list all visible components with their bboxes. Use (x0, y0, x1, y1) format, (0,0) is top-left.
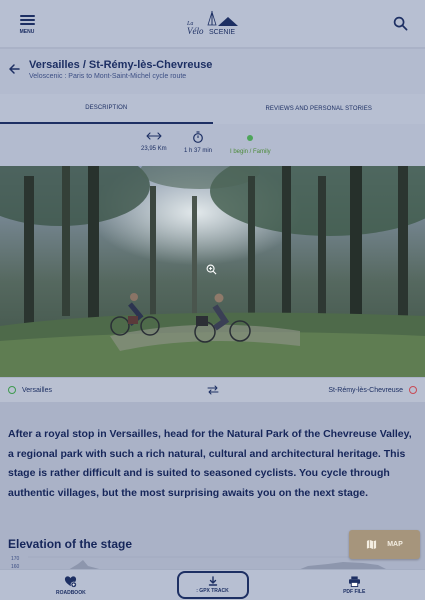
menu-label: MENU (19, 28, 35, 35)
stopwatch-icon (193, 131, 203, 143)
level-value: I begin / Family (230, 149, 271, 155)
nav-gpx-label: : GPX track (196, 588, 229, 594)
duration-value: 1 h 37 min (184, 148, 213, 154)
logo-graphic: La Vélo SCENIE (186, 10, 238, 36)
velo-scenie-logo[interactable]: La Vélo SCENIE (184, 9, 242, 37)
end-marker-icon (409, 386, 417, 394)
start-point-label: Versailles (22, 386, 52, 394)
route-endpoints: Versailles St-Rémy-lès-Chevreuse (0, 378, 425, 402)
menu-button[interactable]: MENU (12, 13, 42, 35)
distance-arrows-icon (146, 132, 162, 140)
stage-stats: 23,95 Km 1 h 37 min I begin / Family (0, 124, 425, 166)
level-dot (247, 135, 254, 141)
tab-bar: Description Reviews and personal stories (0, 94, 425, 124)
app-header: MENU La Vélo SCENIE (0, 0, 425, 47)
start-marker-icon (8, 386, 16, 394)
tab-description[interactable]: Description (0, 94, 213, 124)
elevation-label-170: 170 (11, 556, 20, 562)
printer-icon (348, 575, 360, 587)
start-point: Versailles (8, 386, 52, 394)
gpx-track-pill: : GPX track (176, 571, 249, 599)
end-point: St-Rémy-lès-Chevreuse (328, 386, 417, 394)
route-title: Versailles / St-Rémy-lès-Chevreuse (29, 59, 213, 71)
bottom-navigation: Roadbook : GPX track PDF file (0, 569, 425, 600)
nav-gpx-track[interactable]: : GPX track (142, 570, 284, 600)
nav-roadbook-label: Roadbook (55, 589, 86, 596)
back-arrow-icon[interactable] (8, 63, 20, 75)
map-button-label: MAP (387, 541, 403, 548)
map-button[interactable]: MAP (349, 530, 420, 559)
hamburger-icon (19, 13, 35, 27)
download-icon (208, 576, 217, 586)
level-stat: I begin / Family (230, 131, 271, 155)
map-icon (367, 539, 377, 550)
search-icon (393, 16, 407, 31)
end-point-label: St-Rémy-lès-Chevreuse (328, 386, 403, 394)
nav-roadbook[interactable]: Roadbook (0, 570, 142, 600)
nav-pdf-file[interactable]: PDF file (283, 570, 425, 600)
swap-direction-icon[interactable] (207, 385, 219, 395)
distance-stat: 23,95 Km (141, 131, 167, 152)
route-title-bar: Versailles / St-Rémy-lès-Chevreuse Velos… (0, 49, 425, 94)
elevation-title: Elevation of the stage (8, 537, 133, 551)
stage-description: After a royal stop in Versailles, head f… (8, 428, 412, 499)
tab-reviews[interactable]: Reviews and personal stories (213, 94, 425, 124)
distance-value: 23,95 Km (141, 146, 167, 152)
heart-add-icon (65, 575, 78, 588)
duration-stat: 1 h 37 min (184, 131, 212, 154)
svg-text:Vélo: Vélo (187, 26, 204, 36)
route-subtitle: Veloscenic : Paris to Mont-Saint-Michel … (29, 73, 187, 80)
search-button[interactable] (387, 11, 413, 37)
nav-pdf-label: PDF file (343, 588, 366, 595)
zoom-in-icon[interactable] (206, 264, 217, 275)
svg-text:SCENIE: SCENIE (209, 29, 235, 36)
